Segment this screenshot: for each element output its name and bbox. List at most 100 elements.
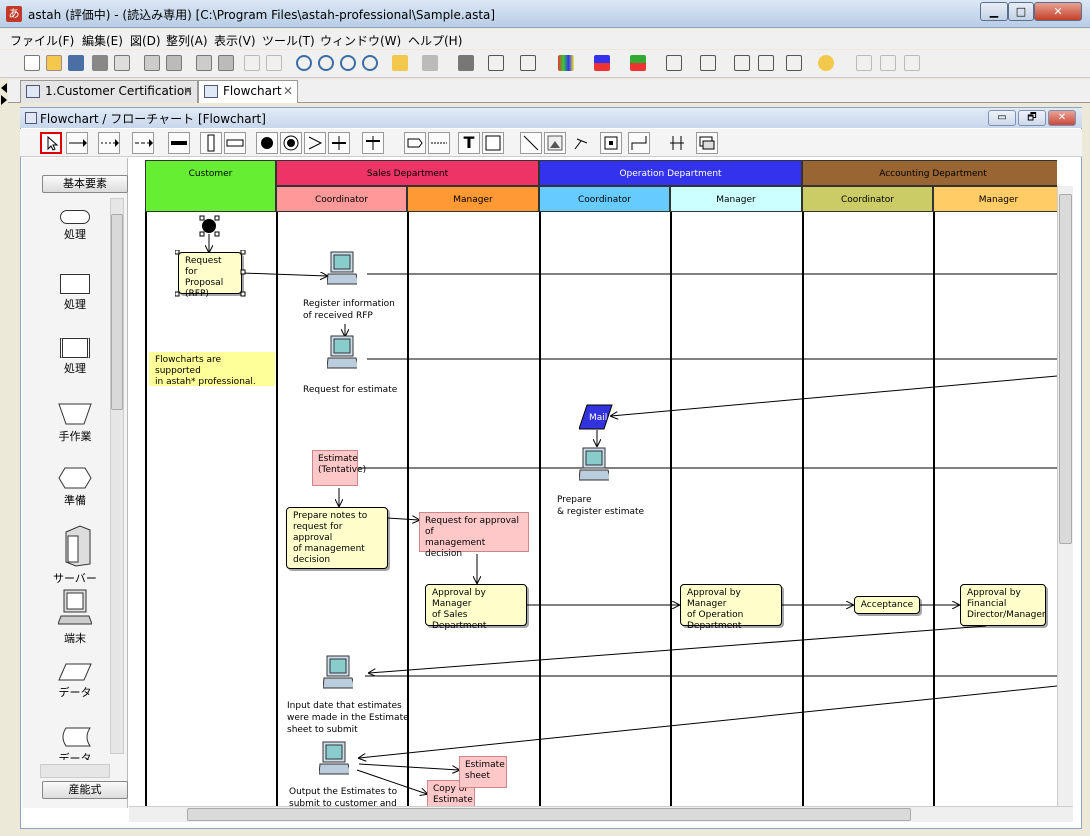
tab-scroll-arrows[interactable] <box>0 79 8 109</box>
palette-item-stored-data[interactable]: データ <box>44 726 106 760</box>
open-file-icon[interactable] <box>46 55 62 71</box>
palette-basic-elements-button[interactable]: 基本要素 <box>42 175 128 193</box>
overview-tool[interactable] <box>696 132 718 154</box>
palette-item-server[interactable]: サーバー <box>44 524 106 586</box>
palette-item-preparation[interactable]: 準備 <box>44 466 106 508</box>
curve-tool-icon[interactable] <box>904 55 920 71</box>
signal-tool[interactable] <box>404 132 426 154</box>
line-color-icon[interactable] <box>594 55 610 71</box>
terminal-icon[interactable] <box>327 250 357 286</box>
zoom-reset-icon[interactable] <box>362 55 378 71</box>
diagram-restore-button[interactable]: 🗗 <box>1018 110 1046 126</box>
palette-item-data[interactable]: データ <box>44 662 106 700</box>
menu-file[interactable]: ファイル(F) <box>10 32 74 49</box>
paste-icon[interactable] <box>166 55 182 71</box>
horizontal-lane-tool[interactable] <box>224 132 246 154</box>
layout-icon[interactable] <box>758 55 774 71</box>
document-request-for-approval[interactable]: Request for approval of management decis… <box>419 512 529 559</box>
menu-help[interactable]: ヘルプ(H) <box>408 32 462 49</box>
horizontal-scroll-thumb[interactable] <box>187 808 911 821</box>
diagram-minimize-button[interactable]: ▭ <box>988 110 1016 126</box>
canvas-vertical-scrollbar[interactable] <box>1057 186 1073 806</box>
palette-item-terminal[interactable]: 端末 <box>44 588 106 646</box>
canvas-horizontal-scrollbar[interactable] <box>129 806 1073 822</box>
menu-window[interactable]: ウィンドウ(W) <box>320 32 401 49</box>
paste-special-icon[interactable] <box>218 55 234 71</box>
start-node[interactable] <box>202 219 216 233</box>
forward-icon[interactable] <box>422 55 438 71</box>
fork-tool[interactable] <box>328 132 350 154</box>
node-approval-sales-manager[interactable]: Approval by Manager of Sales Department <box>425 584 527 631</box>
grid-icon[interactable] <box>458 55 474 71</box>
vertical-scroll-thumb[interactable] <box>1059 194 1072 544</box>
close-button[interactable]: ✕ <box>1034 2 1082 21</box>
menu-tools[interactable]: ツール(T) <box>262 32 315 49</box>
document-estimate-sheet[interactable]: Estimate sheet <box>459 756 507 788</box>
palette-item-terminator[interactable]: 処理 <box>44 210 106 242</box>
zoom-out-icon[interactable] <box>340 55 356 71</box>
print-icon[interactable] <box>92 55 108 71</box>
zoom-fit-icon[interactable] <box>296 55 312 71</box>
text-tool[interactable]: T <box>458 132 480 154</box>
zoom-in-icon[interactable] <box>318 55 334 71</box>
document-estimate-tentative[interactable]: Estimate (Tentative) <box>312 450 366 486</box>
image-tool[interactable] <box>544 132 566 154</box>
line-tool-icon[interactable] <box>880 55 896 71</box>
menu-diagram[interactable]: 図(D) <box>130 32 161 49</box>
copy-icon[interactable] <box>144 55 160 71</box>
dashed-arrow-tool[interactable] <box>98 132 120 154</box>
menu-view[interactable]: 表示(V) <box>214 32 256 49</box>
menu-edit[interactable]: 編集(E) <box>82 32 123 49</box>
vertical-lane-tool[interactable] <box>200 132 222 154</box>
end-node-tool[interactable] <box>280 132 302 154</box>
note-flowcharts-supported[interactable]: Flowcharts are supported in astah* profe… <box>149 352 275 387</box>
terminal-icon[interactable] <box>319 740 349 776</box>
palette-item-manual-operation[interactable]: 手作業 <box>44 402 106 444</box>
fill-color-icon[interactable] <box>558 55 574 71</box>
diagram-close-button[interactable]: ✕ <box>1048 110 1076 126</box>
rectangle-tool[interactable] <box>482 132 504 154</box>
minimize-button[interactable]: ▁ <box>980 2 1008 21</box>
line-routing-icon[interactable] <box>700 55 716 71</box>
join-tool[interactable] <box>362 132 384 154</box>
palette-item-predefined-process[interactable]: 処理 <box>44 338 106 376</box>
menu-align[interactable]: 整列(A) <box>166 32 208 49</box>
diagram-canvas[interactable]: Customer Sales Department Operation Depa… <box>129 158 1057 806</box>
line-mode-tool[interactable] <box>628 132 650 154</box>
tree-layout-icon[interactable] <box>734 55 750 71</box>
dash-dot-arrow-tool[interactable] <box>132 132 154 154</box>
select-tool[interactable] <box>40 132 62 154</box>
smiley-icon[interactable] <box>818 55 834 71</box>
save-icon[interactable] <box>68 55 84 71</box>
new-file-icon[interactable] <box>24 55 40 71</box>
line-draw-tool[interactable] <box>520 132 542 154</box>
back-icon[interactable] <box>392 55 408 71</box>
node-acceptance[interactable]: Acceptance <box>854 596 920 614</box>
palette-horizontal-scrollbar[interactable] <box>40 764 110 778</box>
dotted-line-tool[interactable] <box>428 132 450 154</box>
terminal-icon[interactable] <box>327 334 357 370</box>
font-color-icon[interactable] <box>630 55 646 71</box>
flow-final-tool[interactable] <box>304 132 326 154</box>
terminal-icon[interactable] <box>323 654 353 690</box>
tab-flowchart[interactable]: Flowchart ✕ <box>198 80 298 103</box>
layer-icon[interactable] <box>786 55 802 71</box>
terminal-icon[interactable] <box>579 446 609 482</box>
close-tab-icon[interactable]: ✕ <box>283 81 293 102</box>
tab-customer-certification[interactable]: 1.Customer Certification ✕ <box>20 80 198 103</box>
snap-tool[interactable] <box>600 132 622 154</box>
print-preview-icon[interactable] <box>114 55 130 71</box>
start-node-tool[interactable] <box>256 132 278 154</box>
pin-tool[interactable] <box>570 132 592 154</box>
palette-sanno-button[interactable]: 産能式 <box>42 781 128 799</box>
palette-scroll-thumb[interactable] <box>111 214 123 410</box>
align-icon[interactable] <box>488 55 504 71</box>
line-style-icon[interactable] <box>666 55 682 71</box>
lasso-icon[interactable] <box>856 55 872 71</box>
redo-icon[interactable] <box>266 55 282 71</box>
close-tab-icon[interactable]: ✕ <box>183 81 193 102</box>
palette-item-process[interactable]: 処理 <box>44 274 106 312</box>
maximize-button[interactable]: □ <box>1008 2 1034 21</box>
align-tool[interactable] <box>666 132 688 154</box>
flow-arrow-tool[interactable] <box>66 132 88 154</box>
